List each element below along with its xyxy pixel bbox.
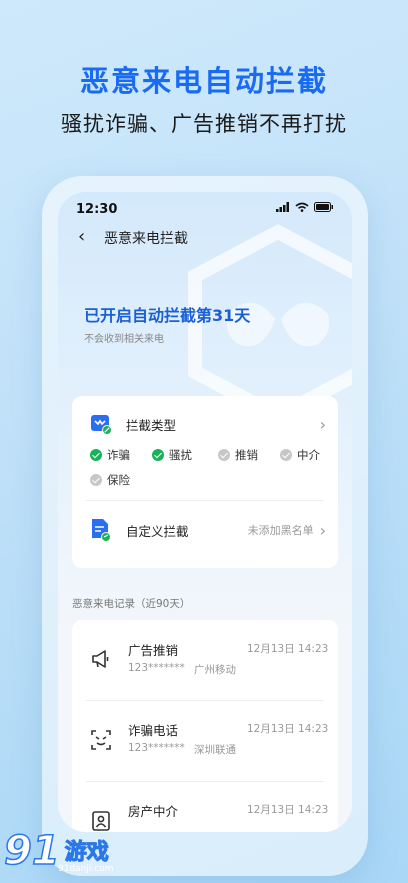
block-type-label: 拦截类型 [126,417,177,433]
wifi-icon [295,202,309,212]
battery-icon [314,202,333,212]
status-time: 12:30 [76,202,118,217]
phone-screen: 12:30 ‹ 恶意来电拦截 已开启自动拦截第31天 不会收到相关来电 拦截类型… [58,192,352,832]
signal-icon [276,202,289,212]
block-type-chip[interactable]: 推销 [218,447,258,463]
chevron-right-icon: › [319,414,326,434]
chevron-right-icon: › [319,520,326,540]
record-carrier: 广州移动 [194,664,236,676]
check-icon [152,449,164,461]
promo-title: 恶意来电自动拦截 [79,64,328,98]
scam-mask-icon [91,730,111,750]
record-number: 123******* [128,742,185,754]
custom-block-row[interactable]: 自定义拦截 未添加黑名单 › [72,514,338,546]
check-icon [90,449,102,461]
custom-block-label: 自定义拦截 [126,523,189,539]
watermark-url: 91danji.com [58,864,114,874]
list-item[interactable]: 诈骗电话 12月13日 14:23 123******* 深圳联通 [72,701,338,781]
back-button[interactable]: ‹ [78,226,85,247]
record-time: 12月13日 14:23 [247,723,329,735]
divider [86,500,324,501]
protection-subtitle: 不会收到相关来电 [84,334,164,345]
record-title: 房产中介 [128,804,179,819]
records-section-title: 恶意来电记录（近90天） [72,598,191,610]
document-icon [92,519,111,542]
check-icon [280,449,292,461]
list-item[interactable]: 广告推销 12月13日 14:23 123******* 广州移动 [72,620,338,700]
list-item[interactable]: 房产中介 12月13日 14:23 [72,782,338,832]
record-title: 诈骗电话 [128,723,179,738]
block-type-icon [91,415,112,435]
status-icons [276,202,334,212]
blacklist-status: 未添加黑名单 [247,524,314,537]
promo-subtitle: 骚扰诈骗、广告推销不再打扰 [61,112,347,136]
block-type-chip[interactable]: 中介 [280,447,320,463]
protection-days: 已开启自动拦截第31天 [84,306,251,325]
block-type-row[interactable]: 拦截类型 › [72,410,338,438]
block-type-chip[interactable]: 保险 [90,472,130,488]
watermark-text: 游戏 [64,840,109,866]
page-title: 恶意来电拦截 [104,231,188,247]
record-number: 123******* [128,662,185,674]
settings-card: 拦截类型 › 诈骗 骚扰 推销 中介 保险 自定义拦截 未添加黑名单 › [72,396,338,568]
megaphone-icon [92,650,109,668]
record-title: 广告推销 [128,643,179,658]
record-time: 12月13日 14:23 [247,643,329,655]
record-carrier: 深圳联通 [194,744,236,756]
records-card: 广告推销 12月13日 14:23 123******* 广州移动 诈骗电话 1… [72,620,338,832]
check-icon [218,449,230,461]
block-type-chip[interactable]: 骚扰 [152,447,192,463]
check-icon [90,474,102,486]
site-watermark: 91 游戏 91danji.com [3,827,113,875]
block-type-chip[interactable]: 诈骗 [90,447,130,463]
record-time: 12月13日 14:23 [247,804,329,816]
watermark-logo: 91 [3,827,60,875]
